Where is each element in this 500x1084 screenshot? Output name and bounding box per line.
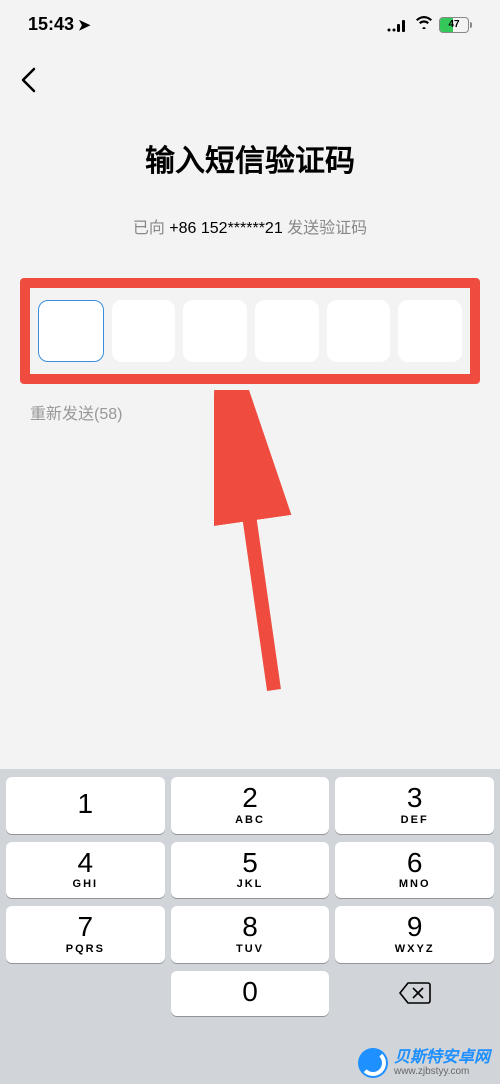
- key-row-1: 12ABC3DEF: [6, 777, 494, 834]
- status-bar: 15:43 ➤ 47: [0, 0, 500, 43]
- resend-label: 重新发送(58): [20, 400, 480, 424]
- key-2[interactable]: 2ABC: [171, 777, 330, 834]
- nav-bar: [0, 43, 500, 100]
- key-sub: MNO: [335, 878, 494, 890]
- key-sub: TUV: [171, 943, 330, 955]
- key-num: 0: [171, 977, 330, 1008]
- watermark-main: 贝斯特安卓网: [394, 1049, 490, 1067]
- key-num: 2: [171, 783, 330, 814]
- code-box-5[interactable]: [327, 300, 391, 362]
- cellular-icon: [387, 18, 409, 32]
- battery-pct: 47: [440, 18, 468, 32]
- key-num: 3: [335, 783, 494, 814]
- key-num: 1: [6, 789, 165, 820]
- key-num: 8: [171, 912, 330, 943]
- key-0[interactable]: 0: [171, 971, 330, 1016]
- code-box-6[interactable]: [398, 300, 462, 362]
- code-box-1[interactable]: [38, 300, 104, 362]
- location-icon: ➤: [78, 16, 91, 34]
- back-button[interactable]: [20, 67, 36, 100]
- key-6[interactable]: 6MNO: [335, 842, 494, 899]
- phone-number: +86 152******21: [169, 220, 282, 237]
- page-title: 输入短信验证码: [20, 136, 480, 180]
- key-9[interactable]: 9WXYZ: [335, 906, 494, 963]
- content: 输入短信验证码 已向 +86 152******21 发送验证码 重新发送(58…: [0, 136, 500, 424]
- key-7[interactable]: 7PQRS: [6, 906, 165, 963]
- key-1[interactable]: 1: [6, 777, 165, 834]
- key-num: 4: [6, 848, 165, 879]
- key-row-4: 0: [6, 971, 494, 1016]
- code-box-2[interactable]: [112, 300, 176, 362]
- key-5[interactable]: 5JKL: [171, 842, 330, 899]
- status-time: 15:43: [28, 14, 74, 35]
- key-num: 5: [171, 848, 330, 879]
- battery-icon: 47: [439, 17, 472, 33]
- annotation-arrow-icon: [214, 390, 304, 710]
- key-num: 7: [6, 912, 165, 943]
- code-input-group[interactable]: [20, 278, 480, 384]
- backspace-icon: [399, 982, 431, 1004]
- status-right: 47: [387, 15, 472, 34]
- key-sub: ABC: [171, 814, 330, 826]
- key-sub: GHI: [6, 878, 165, 890]
- key-row-2: 4GHI5JKL6MNO: [6, 842, 494, 899]
- key-3[interactable]: 3DEF: [335, 777, 494, 834]
- key-sub: JKL: [171, 878, 330, 890]
- wifi-icon: [415, 15, 433, 34]
- code-box-3[interactable]: [183, 300, 247, 362]
- key-blank: [6, 971, 165, 1016]
- key-sub: WXYZ: [335, 943, 494, 955]
- key-num: 9: [335, 912, 494, 943]
- status-left: 15:43 ➤: [28, 14, 91, 35]
- key-sub: PQRS: [6, 943, 165, 955]
- key-num: 6: [335, 848, 494, 879]
- key-sub: DEF: [335, 814, 494, 826]
- watermark: 贝斯特安卓网 www.zjbstyy.com: [358, 1048, 490, 1078]
- sent-suffix: 发送验证码: [283, 220, 367, 237]
- code-box-4[interactable]: [255, 300, 319, 362]
- watermark-logo-icon: [358, 1048, 388, 1078]
- key-row-3: 7PQRS8TUV9WXYZ: [6, 906, 494, 963]
- sent-message: 已向 +86 152******21 发送验证码: [20, 214, 480, 238]
- key-4[interactable]: 4GHI: [6, 842, 165, 899]
- delete-key[interactable]: [335, 971, 494, 1016]
- key-8[interactable]: 8TUV: [171, 906, 330, 963]
- numeric-keyboard: 12ABC3DEF4GHI5JKL6MNO7PQRS8TUV9WXYZ 0: [0, 769, 500, 1084]
- sent-prefix: 已向: [133, 220, 169, 237]
- watermark-sub: www.zjbstyy.com: [394, 1066, 490, 1077]
